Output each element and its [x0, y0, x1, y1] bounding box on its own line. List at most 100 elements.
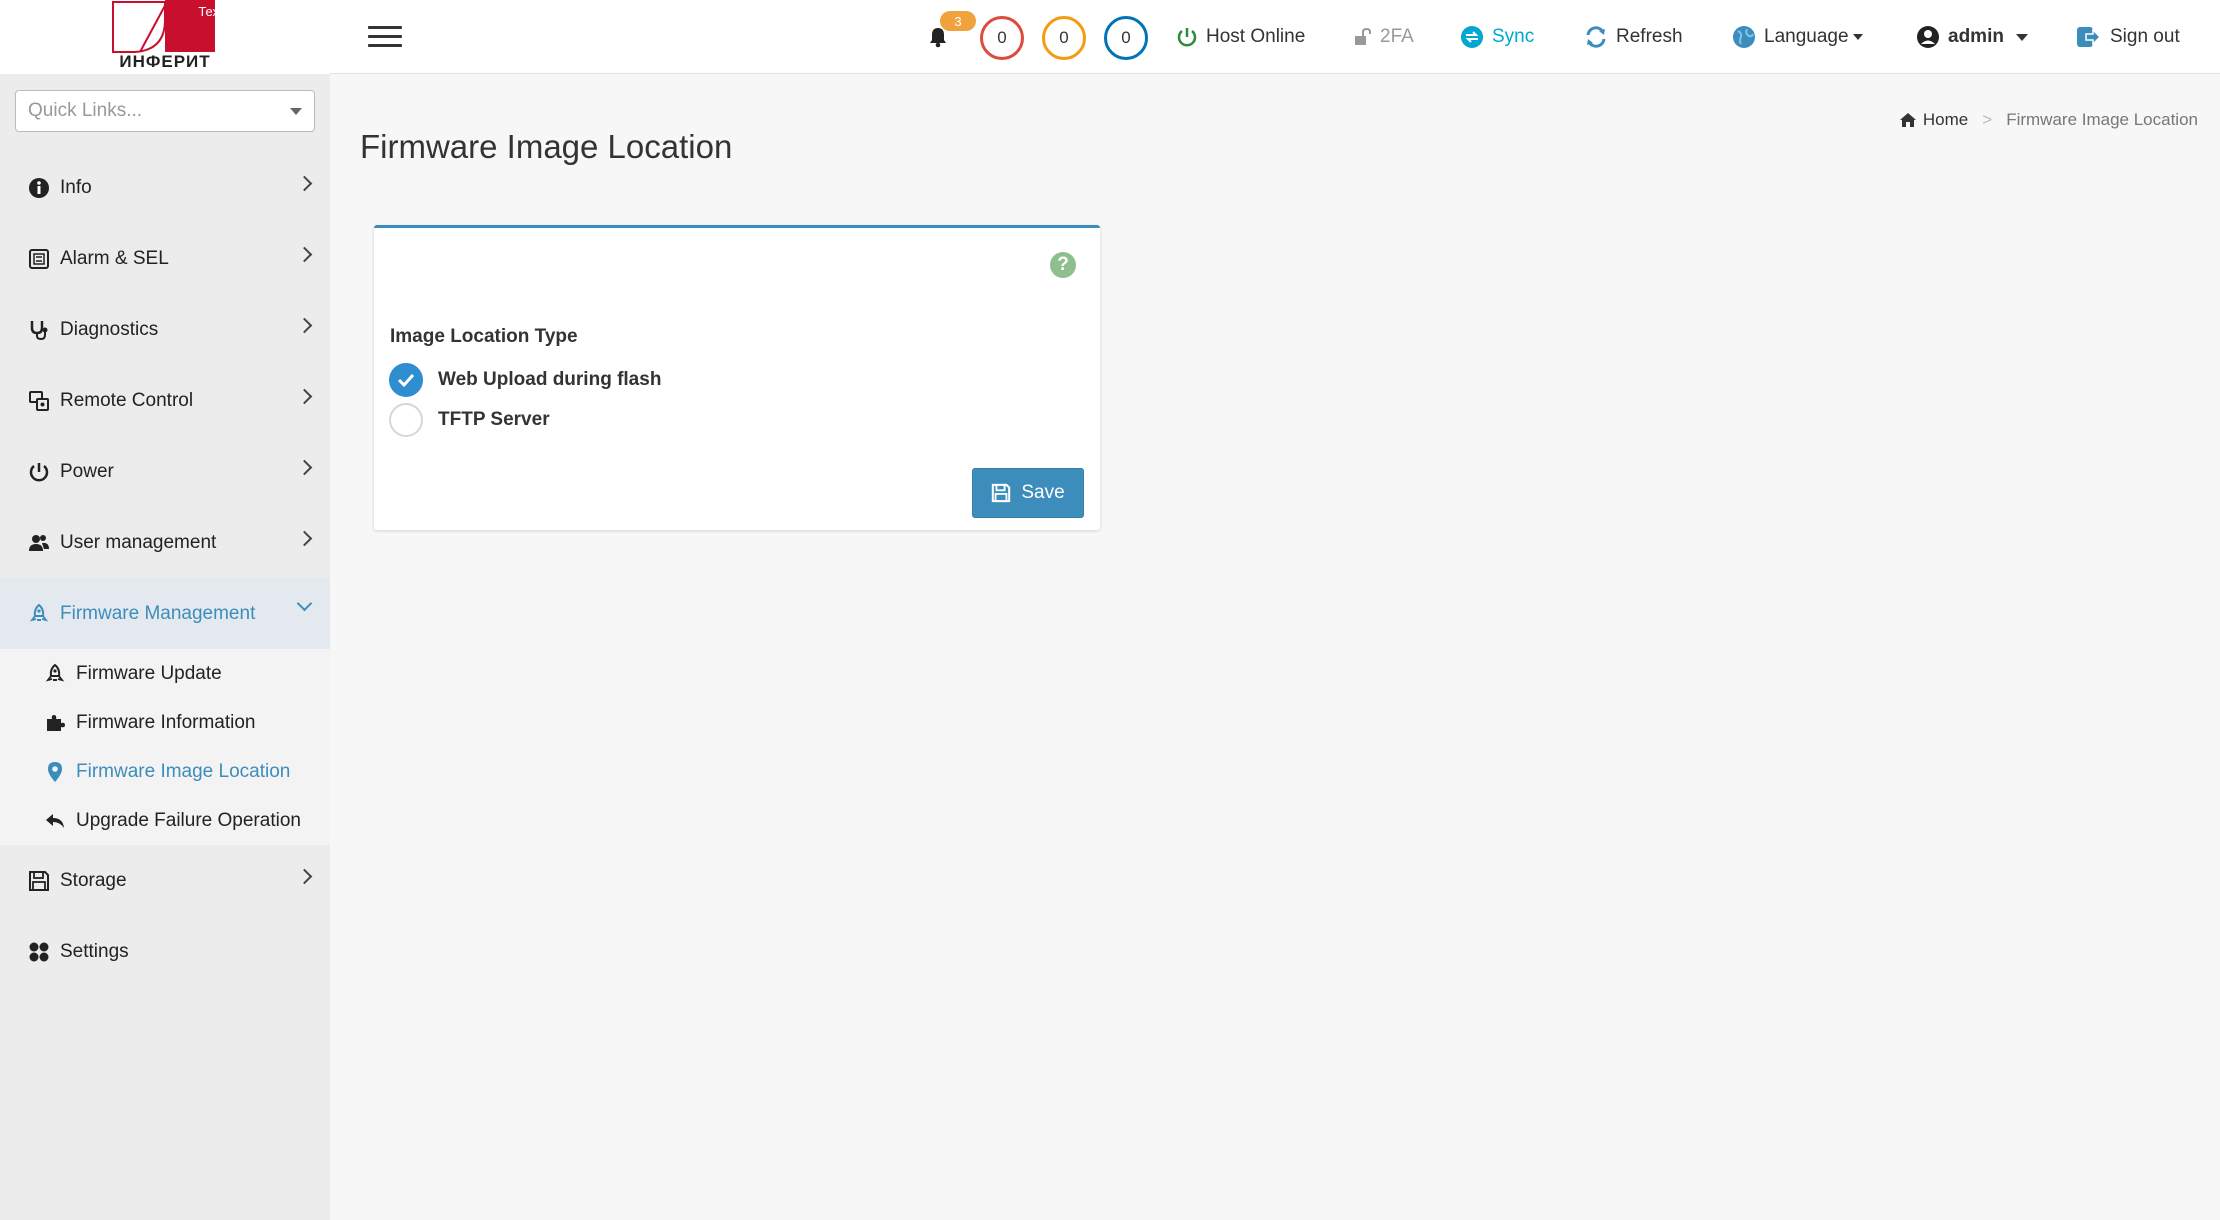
chevron-down-icon: [296, 595, 313, 612]
info-count-badge[interactable]: 0: [1104, 16, 1148, 60]
power-icon: [28, 461, 50, 483]
radio-option-tftp-server[interactable]: TFTP Server: [389, 403, 550, 437]
notification-count-badge: 3: [940, 11, 976, 31]
user-circle-icon: [1916, 25, 1940, 49]
sidebar-item-upgrade-failure-operation[interactable]: Upgrade Failure Operation: [0, 796, 330, 845]
globe-icon: [1732, 25, 1756, 49]
stethoscope-icon: [28, 319, 50, 341]
chevron-right-icon: [296, 868, 313, 885]
host-status-label: Host Online: [1206, 26, 1306, 47]
sidebar-item-label: Diagnostics: [60, 318, 159, 340]
chevron-right-icon: [296, 388, 313, 405]
twofa-label: 2FA: [1380, 26, 1414, 47]
language-dropdown[interactable]: Language: [1732, 0, 1863, 74]
sign-out-button[interactable]: Sign out: [2076, 0, 2180, 74]
sync-label: Sync: [1492, 26, 1535, 47]
breadcrumb-home-link[interactable]: Home: [1899, 110, 1968, 130]
remote-control-icon: [28, 390, 50, 412]
logo-tag: Тех: [198, 4, 219, 19]
floppy-icon: [991, 483, 1011, 503]
radio-option-label: Web Upload during flash: [438, 369, 662, 390]
sidebar-item-firmware-update[interactable]: Firmware Update: [0, 649, 330, 698]
sidebar-item-firmware-information[interactable]: Firmware Information: [0, 698, 330, 747]
sidebar-item-label: Remote Control: [60, 389, 194, 411]
sidebar-item-storage[interactable]: Storage: [0, 845, 330, 916]
warning-count-badge[interactable]: 0: [1042, 16, 1086, 60]
breadcrumb: Home > Firmware Image Location: [1899, 110, 2198, 130]
reply-icon: [44, 810, 66, 832]
sidebar-item-alarm-sel[interactable]: Alarm & SEL: [0, 223, 330, 294]
chevron-right-icon: [296, 175, 313, 192]
save-button-label: Save: [1021, 482, 1065, 503]
breadcrumb-separator: >: [1982, 110, 1993, 129]
sync-button[interactable]: Sync: [1460, 0, 1534, 74]
quick-links-select[interactable]: Quick Links...: [15, 90, 315, 132]
puzzle-icon: [44, 712, 66, 734]
sync-icon: [1460, 25, 1484, 49]
language-label: Language: [1764, 26, 1849, 47]
sidebar-subitem-label: Upgrade Failure Operation: [76, 809, 301, 831]
users-icon: [28, 532, 50, 554]
logo[interactable]: Тех ИНФЕРИТ: [0, 0, 330, 74]
help-icon[interactable]: ?: [1050, 252, 1076, 278]
twofa-button[interactable]: 2FA: [1354, 0, 1414, 74]
sidebar-item-label: User management: [60, 531, 217, 553]
sidebar-item-remote-control[interactable]: Remote Control: [0, 365, 330, 436]
sidebar-item-firmware-image-location[interactable]: Firmware Image Location: [0, 747, 330, 796]
unlock-icon: [1354, 27, 1372, 47]
critical-count-badge[interactable]: 0: [980, 16, 1024, 60]
user-name-label: admin: [1948, 26, 2004, 47]
save-button[interactable]: Save: [972, 468, 1084, 518]
sidebar: Тех ИНФЕРИТ Quick Links... Info Alarm & …: [0, 0, 330, 1220]
quick-links-placeholder: Quick Links...: [28, 100, 143, 121]
rocket-icon: [28, 603, 50, 625]
breadcrumb-home-label: Home: [1922, 110, 1969, 129]
sidebar-item-label: Firmware Management: [60, 602, 256, 624]
host-status: Host Online: [1176, 0, 1305, 74]
image-location-type-label: Image Location Type: [390, 326, 578, 347]
sidebar-item-power[interactable]: Power: [0, 436, 330, 507]
logo-text: ИНФЕРИТ: [119, 52, 211, 71]
menu-toggle-button[interactable]: [368, 26, 402, 48]
floppy-icon: [28, 870, 50, 892]
caret-down-icon: [290, 108, 302, 115]
sidebar-item-label: Info: [60, 176, 92, 198]
sidebar-item-label: Storage: [60, 869, 127, 891]
chevron-right-icon: [296, 530, 313, 547]
refresh-icon: [1584, 25, 1608, 49]
radio-checked-icon[interactable]: [389, 363, 423, 397]
image-location-card: ? Image Location Type Web Upload during …: [374, 225, 1100, 530]
sidebar-item-info[interactable]: Info: [0, 152, 330, 223]
refresh-label: Refresh: [1616, 26, 1683, 47]
refresh-button[interactable]: Refresh: [1584, 0, 1683, 74]
caret-down-icon: [1852, 34, 1863, 40]
sidebar-subitem-label: Firmware Update: [76, 662, 222, 684]
top-header: 3 0 0 0 Host Online 2FA Sync Refresh Lan…: [330, 0, 2220, 74]
radio-option-label: TFTP Server: [438, 409, 550, 430]
power-icon: [1176, 26, 1198, 48]
sidebar-item-firmware-management[interactable]: Firmware Management: [0, 578, 330, 649]
page-title: Firmware Image Location: [360, 128, 733, 165]
sidebar-item-label: Alarm & SEL: [60, 247, 169, 269]
sidebar-nav: Info Alarm & SEL Diagnostics Remote Cont…: [0, 152, 330, 987]
home-icon: [1899, 113, 1916, 127]
firmware-submenu: Firmware Update Firmware Information Fir…: [0, 649, 330, 845]
settings-grid-icon: [28, 941, 50, 963]
sidebar-item-user-management[interactable]: User management: [0, 507, 330, 578]
user-menu-dropdown[interactable]: admin: [1916, 0, 2028, 74]
sidebar-item-diagnostics[interactable]: Diagnostics: [0, 294, 330, 365]
rocket-icon: [44, 663, 66, 685]
sidebar-item-label: Power: [60, 460, 114, 482]
info-circle-icon: [28, 177, 50, 199]
radio-option-web-upload[interactable]: Web Upload during flash: [389, 363, 661, 397]
sidebar-subitem-label: Firmware Image Location: [76, 760, 291, 782]
alarm-list-icon: [28, 248, 50, 270]
map-marker-icon: [44, 761, 66, 783]
sidebar-subitem-label: Firmware Information: [76, 711, 256, 733]
chevron-right-icon: [296, 246, 313, 263]
breadcrumb-current: Firmware Image Location: [2006, 110, 2198, 129]
radio-unchecked-icon[interactable]: [389, 403, 423, 437]
sidebar-item-settings[interactable]: Settings: [0, 916, 330, 987]
sign-out-icon: [2076, 25, 2102, 49]
sidebar-item-label: Settings: [60, 940, 129, 962]
